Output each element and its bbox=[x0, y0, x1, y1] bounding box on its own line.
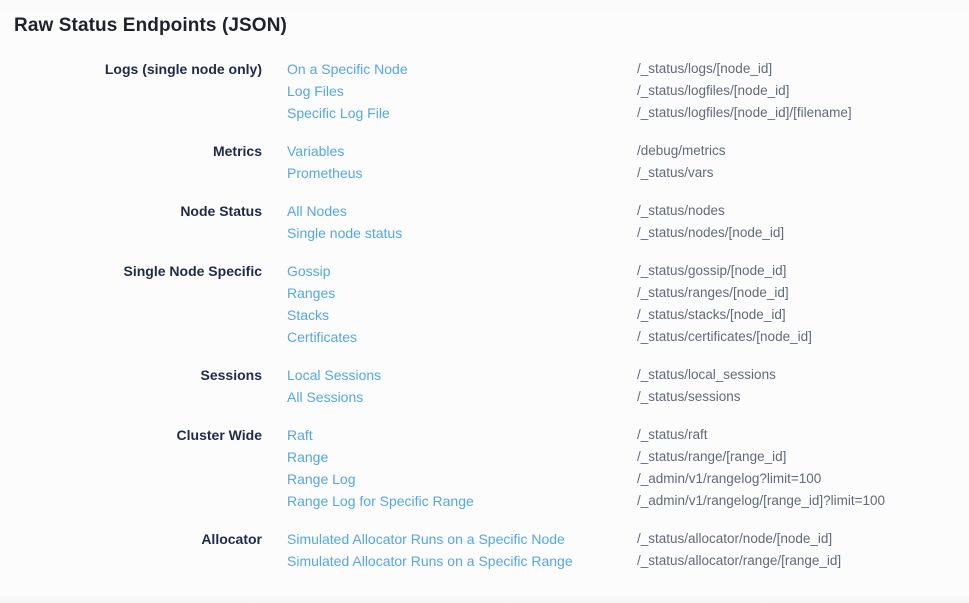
category-label: Sessions bbox=[0, 364, 287, 408]
endpoint-group: Sessions Local SessionsAll Sessions /_st… bbox=[0, 364, 969, 408]
footer-strip bbox=[0, 596, 969, 603]
raw-status-endpoints-page: Raw Status Endpoints (JSON) Logs (single… bbox=[0, 13, 969, 603]
category-label: Allocator bbox=[0, 528, 287, 572]
endpoint-link[interactable]: Range Log for Specific Range bbox=[287, 490, 637, 512]
endpoint-link-list: On a Specific NodeLog FilesSpecific Log … bbox=[287, 58, 637, 124]
endpoint-path-list: /debug/metrics/_status/vars bbox=[637, 140, 969, 184]
endpoint-path-list: /_status/raft/_status/range/[range_id]/_… bbox=[637, 424, 969, 512]
endpoint-link[interactable]: All Nodes bbox=[287, 200, 637, 222]
endpoint-groups: Logs (single node only) On a Specific No… bbox=[0, 58, 969, 572]
endpoint-path: /_status/ranges/[node_id] bbox=[637, 282, 969, 304]
endpoint-path: /_status/stacks/[node_id] bbox=[637, 304, 969, 326]
endpoint-link[interactable]: Local Sessions bbox=[287, 364, 637, 386]
page-title: Raw Status Endpoints (JSON) bbox=[14, 13, 969, 39]
endpoint-link-list: RaftRangeRange LogRange Log for Specific… bbox=[287, 424, 637, 512]
endpoint-link-list: Local SessionsAll Sessions bbox=[287, 364, 637, 408]
endpoint-link[interactable]: Ranges bbox=[287, 282, 637, 304]
endpoint-link[interactable]: Gossip bbox=[287, 260, 637, 282]
endpoint-group: Node Status All NodesSingle node status … bbox=[0, 200, 969, 244]
endpoint-path: /debug/metrics bbox=[637, 140, 969, 162]
endpoint-path-list: /_status/nodes/_status/nodes/[node_id] bbox=[637, 200, 969, 244]
endpoint-path: /_status/gossip/[node_id] bbox=[637, 260, 969, 282]
endpoint-link[interactable]: Certificates bbox=[287, 326, 637, 348]
endpoint-path: /_status/nodes bbox=[637, 200, 969, 222]
endpoint-link[interactable]: Variables bbox=[287, 140, 637, 162]
endpoint-path: /_status/range/[range_id] bbox=[637, 446, 969, 468]
endpoint-link-list: Simulated Allocator Runs on a Specific N… bbox=[287, 528, 637, 572]
endpoint-path: /_admin/v1/rangelog?limit=100 bbox=[637, 468, 969, 490]
endpoint-path-list: /_status/allocator/node/[node_id]/_statu… bbox=[637, 528, 969, 572]
endpoint-link[interactable]: All Sessions bbox=[287, 386, 637, 408]
endpoint-path-list: /_status/local_sessions/_status/sessions bbox=[637, 364, 969, 408]
endpoint-path: /_status/allocator/node/[node_id] bbox=[637, 528, 969, 550]
endpoint-path: /_status/logfiles/[node_id]/[filename] bbox=[637, 102, 969, 124]
endpoint-path-list: /_status/logs/[node_id]/_status/logfiles… bbox=[637, 58, 969, 124]
endpoint-link[interactable]: Log Files bbox=[287, 80, 637, 102]
endpoint-path: /_status/nodes/[node_id] bbox=[637, 222, 969, 244]
endpoint-link[interactable]: On a Specific Node bbox=[287, 58, 637, 80]
endpoint-link-list: VariablesPrometheus bbox=[287, 140, 637, 184]
endpoint-link[interactable]: Specific Log File bbox=[287, 102, 637, 124]
endpoint-path: /_status/sessions bbox=[637, 386, 969, 408]
endpoint-path: /_status/allocator/range/[range_id] bbox=[637, 550, 969, 572]
endpoint-link[interactable]: Simulated Allocator Runs on a Specific N… bbox=[287, 528, 637, 550]
category-label: Metrics bbox=[0, 140, 287, 184]
endpoint-group: Cluster Wide RaftRangeRange LogRange Log… bbox=[0, 424, 969, 512]
endpoint-link[interactable]: Simulated Allocator Runs on a Specific R… bbox=[287, 550, 637, 572]
endpoint-path: /_status/certificates/[node_id] bbox=[637, 326, 969, 348]
endpoint-path: /_status/vars bbox=[637, 162, 969, 184]
endpoint-link[interactable]: Range Log bbox=[287, 468, 637, 490]
endpoint-path: /_admin/v1/rangelog/[range_id]?limit=100 bbox=[637, 490, 969, 512]
category-label: Single Node Specific bbox=[0, 260, 287, 348]
endpoint-link[interactable]: Single node status bbox=[287, 222, 637, 244]
category-label: Node Status bbox=[0, 200, 287, 244]
category-label: Logs (single node only) bbox=[0, 58, 287, 124]
category-label: Cluster Wide bbox=[0, 424, 287, 512]
endpoint-link-list: All NodesSingle node status bbox=[287, 200, 637, 244]
endpoint-path: /_status/logfiles/[node_id] bbox=[637, 80, 969, 102]
endpoint-group: Metrics VariablesPrometheus /debug/metri… bbox=[0, 140, 969, 184]
endpoint-path-list: /_status/gossip/[node_id]/_status/ranges… bbox=[637, 260, 969, 348]
endpoint-group: Allocator Simulated Allocator Runs on a … bbox=[0, 528, 969, 572]
endpoint-link[interactable]: Stacks bbox=[287, 304, 637, 326]
endpoint-path: /_status/raft bbox=[637, 424, 969, 446]
endpoint-link[interactable]: Prometheus bbox=[287, 162, 637, 184]
endpoint-group: Logs (single node only) On a Specific No… bbox=[0, 58, 969, 124]
endpoint-link[interactable]: Raft bbox=[287, 424, 637, 446]
endpoint-group: Single Node Specific GossipRangesStacksC… bbox=[0, 260, 969, 348]
endpoint-path: /_status/logs/[node_id] bbox=[637, 58, 969, 80]
endpoint-link-list: GossipRangesStacksCertificates bbox=[287, 260, 637, 348]
endpoint-path: /_status/local_sessions bbox=[637, 364, 969, 386]
endpoint-link[interactable]: Range bbox=[287, 446, 637, 468]
